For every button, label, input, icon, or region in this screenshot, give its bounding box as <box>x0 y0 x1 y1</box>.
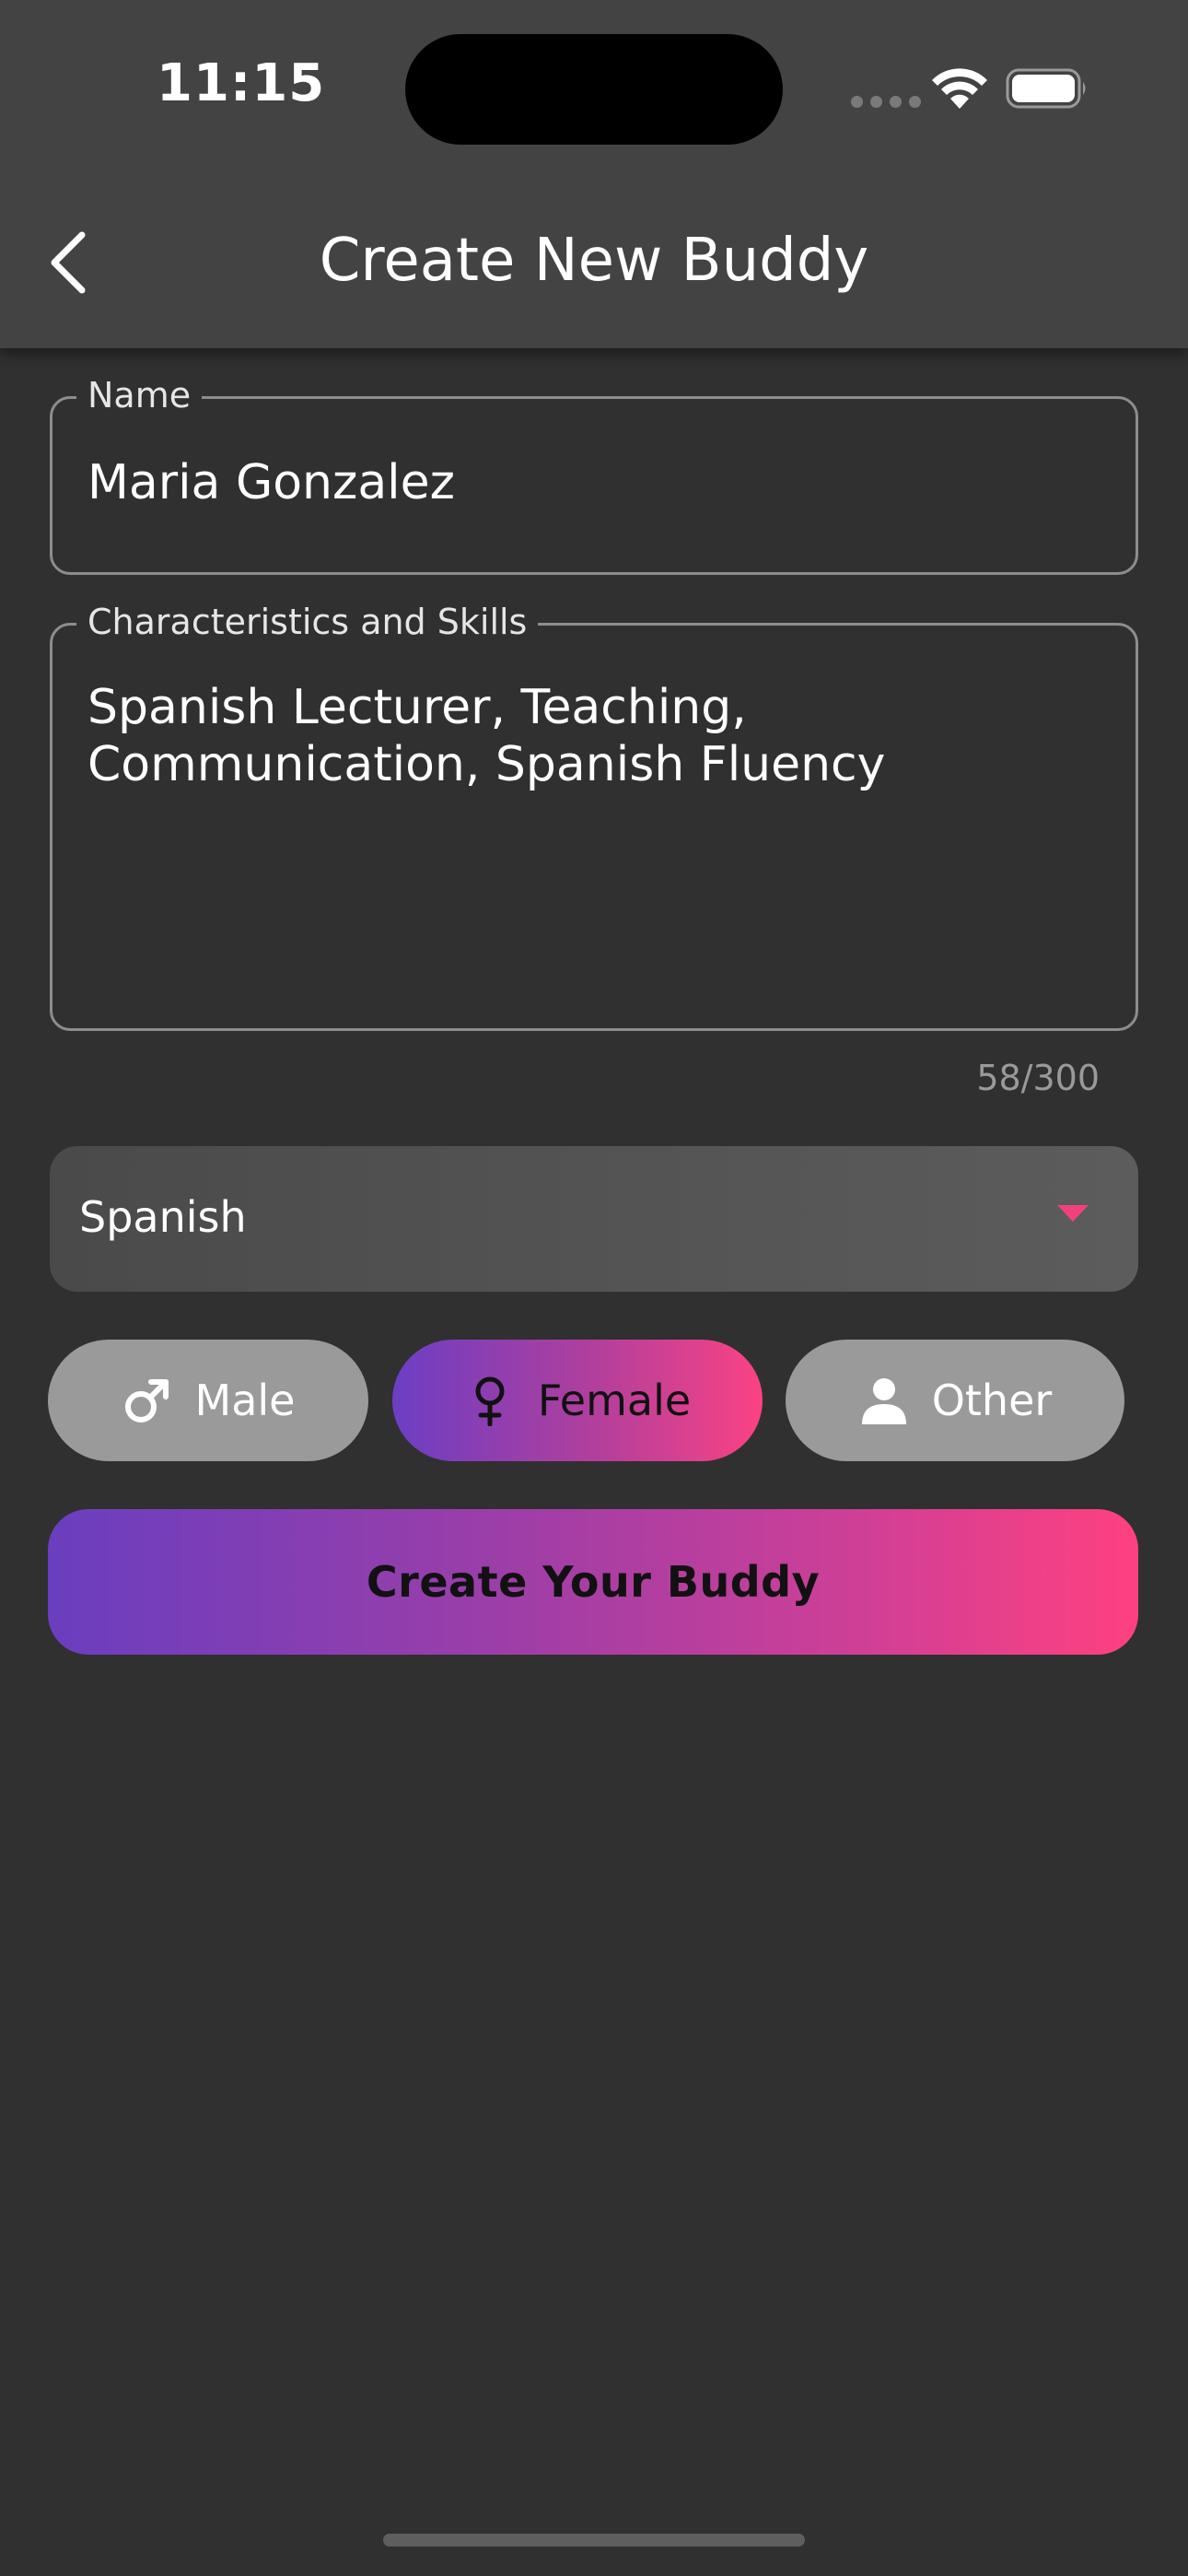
name-input[interactable]: Maria Gonzalez <box>87 454 1101 511</box>
gender-female-label: Female <box>537 1376 692 1425</box>
dropdown-arrow-icon <box>1057 1205 1089 1222</box>
home-indicator[interactable] <box>383 2534 805 2547</box>
name-field[interactable]: Name Maria Gonzalez <box>50 375 1138 575</box>
battery-icon <box>1006 68 1086 109</box>
app-header: 11:15 Create New Buddy <box>0 0 1188 348</box>
page-title: Create New Buddy <box>319 227 869 295</box>
person-icon <box>861 1378 906 1424</box>
female-symbol-icon <box>475 1376 505 1426</box>
create-buddy-screen: 11:15 Create New Buddy Name Maria Gonzal… <box>0 0 1188 2576</box>
gender-option-male[interactable]: Male <box>48 1340 368 1461</box>
gender-male-label: Male <box>194 1376 296 1425</box>
gender-option-female[interactable]: Female <box>392 1340 763 1461</box>
cellular-signal-icon <box>851 96 921 108</box>
skills-field[interactable]: Characteristics and Skills Spanish Lectu… <box>50 602 1138 1031</box>
gender-other-label: Other <box>931 1376 1053 1425</box>
dynamic-island <box>405 34 783 145</box>
male-symbol-icon <box>124 1379 169 1423</box>
language-selected-value: Spanish <box>79 1192 247 1242</box>
character-counter: 58/300 <box>976 1058 1100 1098</box>
name-field-label: Name <box>76 375 203 416</box>
create-buddy-button[interactable]: Create Your Buddy <box>48 1509 1138 1655</box>
skills-textarea[interactable]: Spanish Lecturer, Teaching, Communicatio… <box>87 679 1101 793</box>
wifi-icon <box>932 68 987 109</box>
status-time: 11:15 <box>157 53 326 113</box>
language-dropdown[interactable]: Spanish <box>50 1146 1138 1292</box>
skills-field-label: Characteristics and Skills <box>76 602 539 642</box>
gender-option-other[interactable]: Other <box>786 1340 1124 1461</box>
